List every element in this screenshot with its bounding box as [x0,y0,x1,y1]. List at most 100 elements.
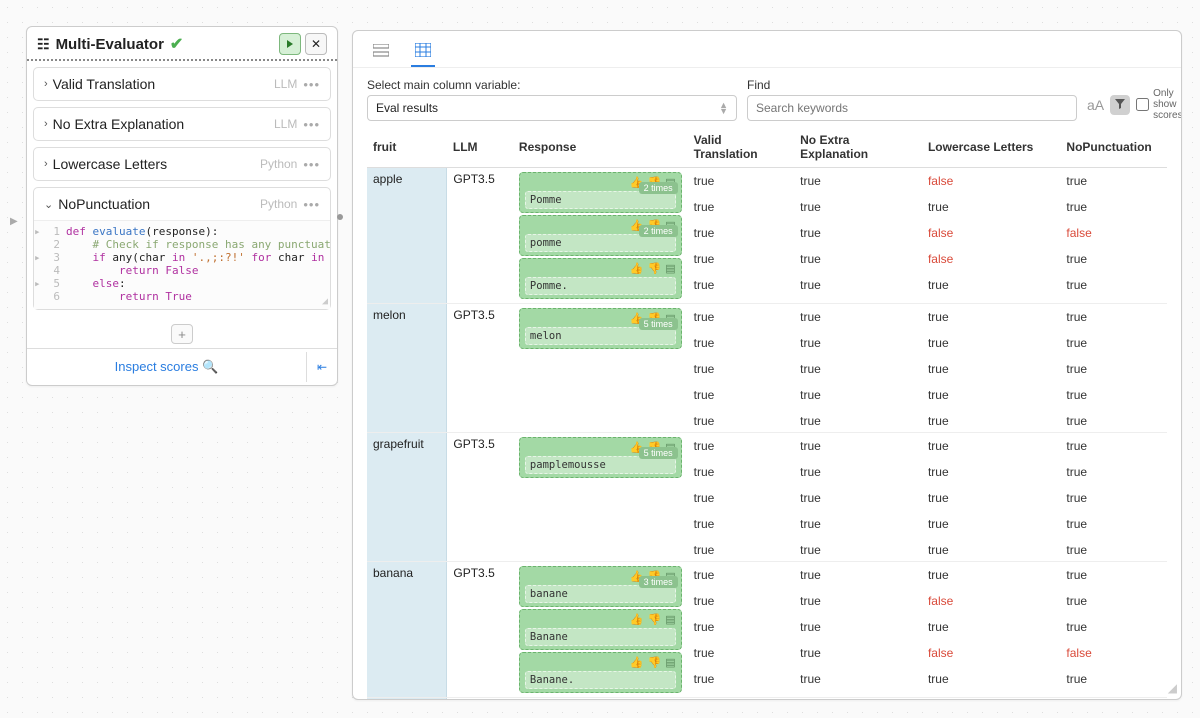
score-value: true [694,226,789,240]
find-label: Find [747,78,1077,92]
thumbs-up-icon[interactable]: 👍 [630,613,644,626]
score-value: true [694,568,789,582]
export-button[interactable]: ⇤ [306,352,337,382]
response-detail-icon[interactable]: ▤ [665,613,675,626]
add-evaluator-button[interactable]: + [171,324,193,344]
magnify-icon: 🔍 [202,359,218,374]
score-value: true [800,620,916,634]
table-row: grapefruit GPT3.5 👍👎▤ pamplemousse 5 tim… [367,433,1167,562]
run-button[interactable] [279,33,301,55]
resize-handle-icon[interactable]: ◢ [322,296,328,307]
evaluator-menu[interactable]: ••• [303,117,320,132]
column-header[interactable]: No Extra Explanation [794,127,922,168]
score-cell: falsefalsefalse [922,698,1060,700]
score-value: true [1066,439,1161,453]
column-header[interactable]: Valid Translation [688,127,795,168]
thumbs-down-icon[interactable]: 👎 [648,656,662,669]
column-header[interactable]: LLM [447,127,513,168]
evaluator-type: LLM [274,117,297,131]
evaluator-menu[interactable]: ••• [303,157,320,172]
check-icon: ✔ [170,34,183,54]
score-value: true [1066,252,1161,266]
score-value: true [694,336,789,350]
score-value: true [694,439,789,453]
response-card[interactable]: 👍👎▤ pomme 2 times [519,215,682,256]
score-value: true [800,568,916,582]
evaluator-name: Lowercase Letters [53,156,260,172]
score-value: true [800,226,916,240]
score-value: false [928,226,1054,240]
evaluator-row[interactable]: › No Extra Explanation LLM ••• [33,107,331,141]
response-card[interactable]: 👍👎▤ melon 5 times [519,308,682,349]
table-row: pineapple GPT3.5 👍👎▤ Ananas 4 times true… [367,698,1167,700]
response-count: 3 times [639,576,678,588]
score-value: true [1066,414,1161,428]
score-value: true [694,465,789,479]
score-cell: truetruetruetruetrue [794,433,922,562]
score-value: true [928,543,1054,557]
resize-handle-icon[interactable]: ◢ [1168,681,1177,695]
main-column-select[interactable]: Eval results ▲▼ [367,95,737,121]
tab-table-view[interactable] [411,39,435,67]
filter-icon[interactable] [1110,95,1130,115]
llm-cell: GPT3.5 [447,698,513,700]
score-value: true [928,414,1054,428]
response-detail-icon[interactable]: ▤ [665,656,675,669]
score-cell: truetruetruetruetrue [688,433,795,562]
score-value: true [800,336,916,350]
score-value: true [800,594,916,608]
response-cell: 👍👎▤ melon 5 times [513,304,688,433]
tab-card-view[interactable] [369,39,393,67]
score-value: false [1066,646,1161,660]
evaluator-type: Python [260,197,297,211]
view-tabs [353,31,1181,68]
score-value: true [800,414,916,428]
thumbs-up-icon[interactable]: 👍 [630,656,644,669]
column-header[interactable]: Response [513,127,688,168]
score-value: true [1066,517,1161,531]
score-cell: truefalsetruefalsetrue [922,562,1060,698]
score-value: true [1066,388,1161,402]
select-arrows-icon: ▲▼ [719,102,728,114]
score-value: true [800,491,916,505]
code-editor[interactable]: ▸1def evaluate(response):2 # Check if re… [34,220,330,309]
column-header[interactable]: Lowercase Letters [922,127,1060,168]
score-value: true [1066,200,1161,214]
evaluator-menu[interactable]: ••• [303,77,320,92]
evaluator-row[interactable]: › Lowercase Letters Python ••• [33,147,331,181]
only-scores-checkbox[interactable] [1136,98,1149,111]
thumbs-up-icon[interactable]: 👍 [630,262,644,275]
score-value: true [1066,362,1161,376]
column-header[interactable]: NoPunctuation [1060,127,1167,168]
score-value: true [694,594,789,608]
score-value: true [694,362,789,376]
score-cell: truetruetruetruetrue [688,562,795,698]
thumbs-down-icon[interactable]: 👎 [648,262,662,275]
column-header[interactable]: fruit [367,127,447,168]
response-card[interactable]: 👍👎▤ Banane. [519,652,682,693]
llm-cell: GPT3.5 [447,168,513,304]
close-button[interactable]: ✕ [305,33,327,55]
response-card[interactable]: 👍👎▤ Pomme 2 times [519,172,682,213]
score-value: true [800,362,916,376]
response-text: Pomme. [525,277,676,295]
response-card[interactable]: 👍👎▤ pamplemousse 5 times [519,437,682,478]
evaluator-type: Python [260,157,297,171]
score-value: true [1066,278,1161,292]
thumbs-down-icon[interactable]: 👎 [648,613,662,626]
evaluator-row[interactable]: › Valid Translation LLM ••• [33,67,331,101]
response-card[interactable]: 👍 👎▤ Pomme. [519,258,682,299]
fruit-cell: banana [367,562,447,698]
response-detail-icon[interactable]: ▤ [665,262,675,275]
evaluator-menu[interactable]: ••• [303,197,320,212]
response-card[interactable]: 👍👎▤ banane 3 times [519,566,682,607]
only-scores-toggle[interactable]: Only show scores [1136,88,1182,121]
score-value: true [694,543,789,557]
search-input[interactable] [747,95,1077,121]
score-value: true [1066,568,1161,582]
score-value: true [1066,174,1161,188]
evaluator-header[interactable]: ⌄ NoPunctuation Python ••• [34,188,330,220]
inspect-scores-button[interactable]: Inspect scores 🔍 [27,349,306,385]
response-card[interactable]: 👍👎▤ Banane [519,609,682,650]
case-sensitive-icon[interactable]: aA [1087,97,1104,113]
